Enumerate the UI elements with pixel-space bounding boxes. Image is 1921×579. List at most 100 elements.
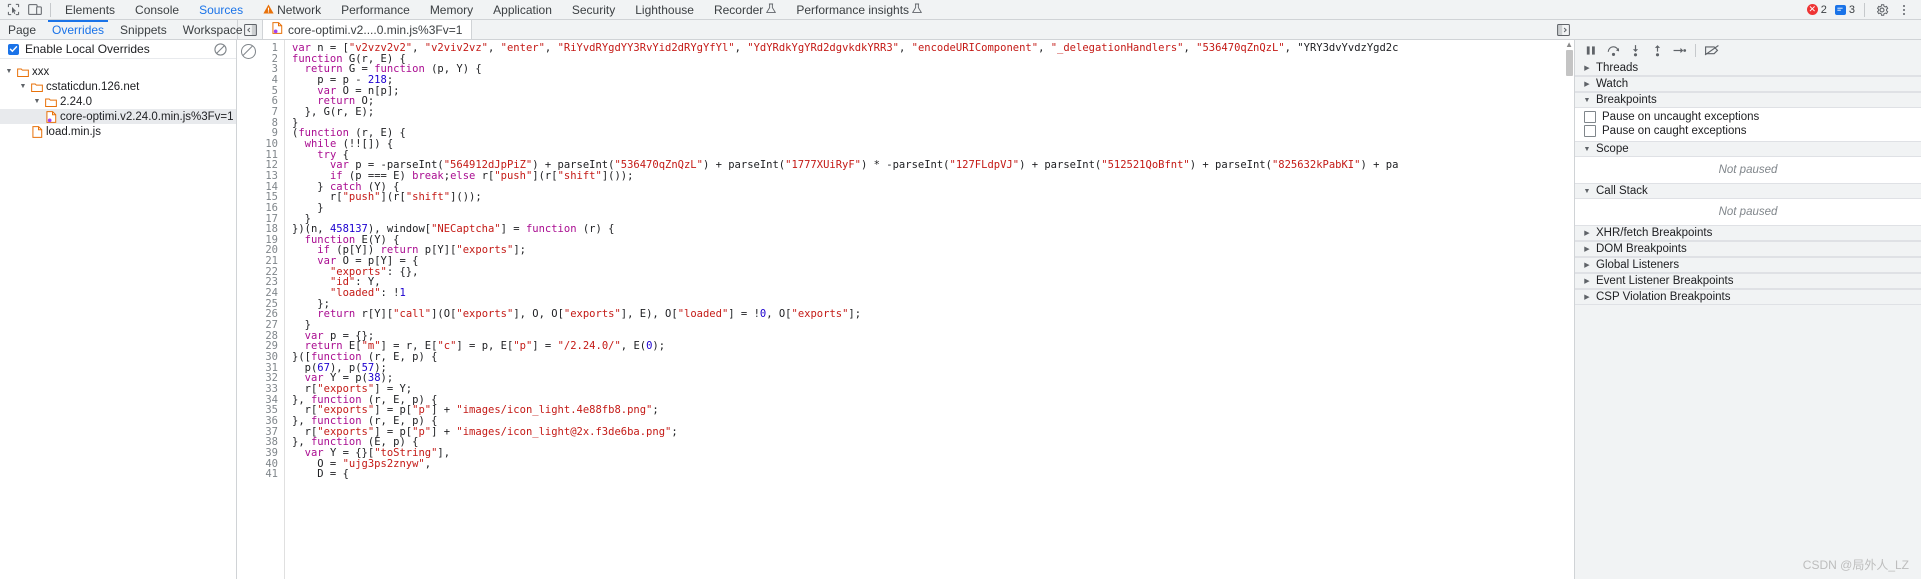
error-counter[interactable]: ✕ 2 xyxy=(1804,4,1830,16)
section-csp-violation-breakpoints[interactable]: ▶ CSP Violation Breakpoints xyxy=(1575,289,1921,305)
tree-item-file-load-min-js[interactable]: load.min.js xyxy=(0,124,236,139)
folder-icon xyxy=(31,82,43,92)
tree-item-label: 2.24.0 xyxy=(60,95,92,108)
chevron-down-icon: ▼ xyxy=(1583,145,1591,153)
tab-elements[interactable]: Elements xyxy=(55,0,125,19)
tree-item-file-core-optimi[interactable]: core-optimi.v2.24.0.min.js%3Fv=1 xyxy=(0,109,236,124)
js-file-icon xyxy=(32,125,43,138)
tab-performance-insights[interactable]: Performance insights xyxy=(786,0,932,19)
gear-icon[interactable] xyxy=(1871,1,1893,19)
twisty-expanded-icon[interactable]: ▼ xyxy=(18,83,28,90)
toolbar-divider xyxy=(1695,43,1696,57)
toolbar-divider xyxy=(1864,2,1865,17)
nav-tab-snippets[interactable]: Snippets xyxy=(112,20,175,39)
editor-vertical-scrollbar[interactable]: ▲ xyxy=(1565,40,1574,579)
pause-caught-exceptions-row[interactable]: Pause on caught exceptions xyxy=(1575,124,1921,138)
pause-caught-exceptions-checkbox[interactable] xyxy=(1584,125,1596,137)
tab-memory[interactable]: Memory xyxy=(420,0,483,19)
section-call-stack-title: Call Stack xyxy=(1596,185,1648,197)
tab-lighthouse[interactable]: Lighthouse xyxy=(625,0,704,19)
show-debugger-panel-icon[interactable] xyxy=(1551,23,1575,36)
nav-tab-page-label: Page xyxy=(8,22,37,37)
tab-network[interactable]: Network xyxy=(253,0,331,19)
sources-body: Enable Local Overrides ▼ xxx ▼ cstaticdu… xyxy=(0,40,1921,579)
enable-local-overrides-row[interactable]: Enable Local Overrides xyxy=(0,40,236,59)
tab-security-label: Security xyxy=(571,2,616,17)
tab-sources[interactable]: Sources xyxy=(189,0,253,19)
editor-tab-bar: core-optimi.v2....0.min.js%3Fv=1 xyxy=(237,20,1575,39)
section-threads-title: Threads xyxy=(1596,61,1639,74)
tab-performance-insights-label: Performance insights xyxy=(796,2,910,17)
pause-uncaught-exceptions-row[interactable]: Pause on uncaught exceptions xyxy=(1575,110,1921,124)
section-xhr-fetch-breakpoints[interactable]: ▶ XHR/fetch Breakpoints xyxy=(1575,225,1921,241)
code-area[interactable]: 1 2 3 4 5 6 7 8 9 10 11 12 13 14 15 16 17 18 19 20 21 22 23 24 2… xyxy=(259,40,1574,579)
inspect-element-icon[interactable] xyxy=(2,1,24,19)
debugger-sections: ▶ Threads ▶ Watch ▼ Breakpoints Pause on… xyxy=(1575,60,1921,579)
pause-uncaught-exceptions-checkbox[interactable] xyxy=(1584,111,1596,123)
pause-resume-script-icon[interactable] xyxy=(1581,41,1601,59)
tab-application[interactable]: Application xyxy=(483,0,562,19)
step-icon[interactable] xyxy=(1669,41,1689,59)
twisty-expanded-icon[interactable]: ▼ xyxy=(4,68,14,75)
clear-overrides-icon[interactable] xyxy=(212,41,228,57)
device-toolbar-icon[interactable] xyxy=(24,1,46,19)
tab-console[interactable]: Console xyxy=(125,0,189,19)
call-stack-empty-text: Not paused xyxy=(1718,206,1778,218)
section-scope-title: Scope xyxy=(1596,143,1629,155)
message-counter[interactable]: 3 xyxy=(1832,4,1858,16)
main-toolbar: Elements Console Sources Network Perform… xyxy=(0,0,1921,20)
nav-tab-workspace[interactable]: Workspace xyxy=(175,20,251,39)
code-content[interactable]: var n = ["v2vzv2v2", "v2viv2vz", "enter"… xyxy=(285,40,1574,579)
beaker-icon xyxy=(766,3,777,17)
step-into-icon[interactable] xyxy=(1625,41,1645,59)
debugger-sidebar: ▶ Threads ▶ Watch ▼ Breakpoints Pause on… xyxy=(1575,40,1921,579)
section-event-listener-breakpoints[interactable]: ▶ Event Listener Breakpoints xyxy=(1575,273,1921,289)
twisty-expanded-icon[interactable]: ▼ xyxy=(32,98,42,105)
line-number-gutter[interactable]: 1 2 3 4 5 6 7 8 9 10 11 12 13 14 15 16 17 18 19 20 21 22 23 24 2… xyxy=(259,40,285,579)
scrollbar-thumb[interactable] xyxy=(1566,50,1573,76)
tree-item-folder[interactable]: ▼ xxx xyxy=(0,64,236,79)
section-global-listeners[interactable]: ▶ Global Listeners xyxy=(1575,257,1921,273)
step-over-icon[interactable] xyxy=(1603,41,1623,59)
tree-item-folder[interactable]: ▼ cstaticdun.126.net xyxy=(0,79,236,94)
tree-item-label: core-optimi.v2.24.0.min.js%3Fv=1 xyxy=(60,110,234,123)
section-breakpoints[interactable]: ▼ Breakpoints xyxy=(1575,92,1921,108)
tab-security[interactable]: Security xyxy=(562,0,625,19)
nav-tab-page[interactable]: Page xyxy=(0,20,44,39)
section-scope[interactable]: ▼ Scope xyxy=(1575,141,1921,157)
tree-item-folder[interactable]: ▼ 2.24.0 xyxy=(0,94,236,109)
error-count: 2 xyxy=(1820,3,1827,16)
tab-performance-label: Performance xyxy=(341,2,410,17)
deactivate-breakpoints-icon[interactable] xyxy=(1702,41,1722,59)
message-icon xyxy=(1834,4,1846,15)
error-icon: ✕ xyxy=(1806,4,1818,15)
section-dom-breakpoints[interactable]: ▶ DOM Breakpoints xyxy=(1575,241,1921,257)
section-watch[interactable]: ▶ Watch xyxy=(1575,76,1921,92)
editor-file-tab-label: core-optimi.v2....0.min.js%3Fv=1 xyxy=(288,22,463,37)
tab-performance[interactable]: Performance xyxy=(331,0,420,19)
tab-recorder[interactable]: Recorder xyxy=(704,0,786,19)
section-csp-violation-breakpoints-title: CSP Violation Breakpoints xyxy=(1596,291,1731,303)
js-override-file-icon xyxy=(272,22,283,37)
sources-sub-toolbar: Page Overrides Snippets Workspace » xyxy=(0,20,1921,40)
enable-local-overrides-checkbox[interactable] xyxy=(8,43,19,55)
folder-icon xyxy=(17,67,29,77)
section-watch-title: Watch xyxy=(1596,78,1629,90)
chevron-right-icon: ▶ xyxy=(1584,246,1590,253)
section-call-stack[interactable]: ▼ Call Stack xyxy=(1575,183,1921,199)
step-out-icon[interactable] xyxy=(1647,41,1667,59)
navigator-panel: Enable Local Overrides ▼ xxx ▼ cstaticdu… xyxy=(0,40,237,579)
toolbar-right-group: ✕ 2 3 xyxy=(1804,1,1919,19)
editor-left-gutter xyxy=(237,40,259,579)
breakpoint-options-list: Pause on uncaught exceptions Pause on ca… xyxy=(1575,108,1921,141)
tab-lighthouse-label: Lighthouse xyxy=(635,2,694,17)
section-threads[interactable]: ▶ Threads xyxy=(1575,60,1921,76)
kebab-menu-icon[interactable] xyxy=(1895,1,1913,19)
overrides-file-tree: ▼ xxx ▼ cstaticdun.126.net ▼ 2.24.0 core… xyxy=(0,59,236,579)
scroll-up-arrow-icon[interactable]: ▲ xyxy=(1565,40,1573,49)
nav-tab-overrides-label: Overrides xyxy=(52,22,105,37)
tree-item-label: load.min.js xyxy=(46,125,101,138)
editor-file-tab[interactable]: core-optimi.v2....0.min.js%3Fv=1 xyxy=(262,20,473,39)
nav-tab-overrides[interactable]: Overrides xyxy=(44,20,112,39)
chevron-right-icon: ▶ xyxy=(1584,230,1590,237)
